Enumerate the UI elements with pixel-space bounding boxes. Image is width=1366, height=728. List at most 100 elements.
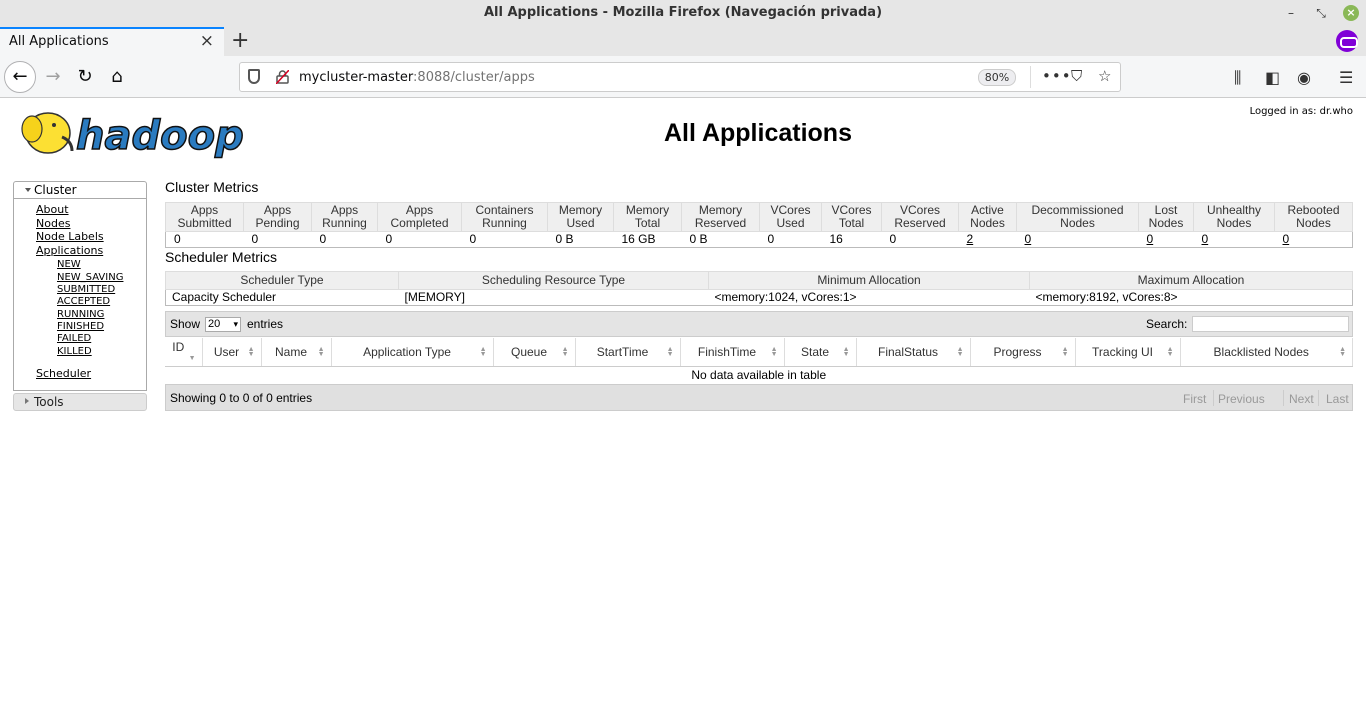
pager-previous-button[interactable]: Previous <box>1218 392 1265 406</box>
back-icon[interactable]: ← <box>4 61 36 93</box>
metric-header: Active Nodes <box>958 202 1017 232</box>
cluster-metrics-title: Cluster Metrics <box>165 179 259 195</box>
restore-icon[interactable]: ⤡ <box>1313 5 1329 21</box>
tab-bar: All Applications × + <box>0 27 1366 56</box>
pager-separator <box>1318 390 1319 406</box>
page-size-select[interactable]: 20 <box>205 317 241 332</box>
forward-icon[interactable]: → <box>38 62 68 92</box>
sidebar-state-submitted[interactable]: SUBMITTED <box>57 284 115 295</box>
metric-header: Memory Used <box>547 202 614 232</box>
column-header-state[interactable]: State ▲ ▼ <box>784 338 857 367</box>
sidebar-cluster-body: About Nodes Node Labels Applications NEW… <box>13 199 147 391</box>
navigation-toolbar: ← → ↻ ⌂ mycluster-master:8088/cluster/ap… <box>0 56 1366 98</box>
metric-value: 0 <box>243 231 312 248</box>
column-header-user[interactable]: User ▲ ▼ <box>202 338 262 367</box>
scheduler-metrics-title: Scheduler Metrics <box>165 249 278 265</box>
lost-nodes-link[interactable]: 0 <box>1147 232 1154 246</box>
tab-label: All Applications <box>9 34 109 49</box>
close-tab-icon[interactable]: × <box>200 31 214 51</box>
metric-header: Rebooted Nodes <box>1274 202 1353 232</box>
home-icon[interactable]: ⌂ <box>102 62 132 92</box>
sidebar-link-nodes[interactable]: Nodes <box>36 217 70 230</box>
decommissioned-nodes-link[interactable]: 0 <box>1025 232 1032 246</box>
reload-icon[interactable]: ↻ <box>70 62 100 92</box>
sidebar-state-new[interactable]: NEW <box>57 259 81 270</box>
hadoop-logo[interactable]: hadoop <box>14 103 254 163</box>
menu-hamburger-icon[interactable]: ☰ <box>1339 68 1353 87</box>
metric-header: VCores Used <box>759 202 822 232</box>
pager-next-button[interactable]: Next <box>1289 392 1314 406</box>
sidebar-state-killed[interactable]: KILLED <box>57 346 92 357</box>
new-tab-icon[interactable]: + <box>231 28 249 53</box>
sidebar-toggle-icon[interactable]: ◧ <box>1265 68 1280 87</box>
show-label: Show <box>170 317 201 331</box>
tracking-shield-icon[interactable] <box>248 69 260 84</box>
close-window-icon[interactable]: × <box>1343 5 1359 21</box>
metric-value: 16 <box>821 231 882 248</box>
sidebar-link-about[interactable]: About <box>36 203 69 216</box>
unhealthy-nodes-link[interactable]: 0 <box>1202 232 1209 246</box>
zoom-level-button[interactable]: 80% <box>978 69 1016 86</box>
logo-text: hadoop <box>76 113 244 159</box>
metric-value: 0 <box>1193 231 1275 248</box>
metric-header: Apps Completed <box>377 202 462 232</box>
sidebar-tools-header[interactable]: Tools <box>13 393 147 411</box>
sidebar-link-node-labels[interactable]: Node Labels <box>36 230 104 243</box>
column-header-finishtime[interactable]: FinishTime ▲ ▼ <box>680 338 785 367</box>
sidebar-state-failed[interactable]: FAILED <box>57 333 91 344</box>
url-bar[interactable]: mycluster-master:8088/cluster/apps 80% •… <box>239 62 1121 92</box>
scheduler-metrics-table: Scheduler Type Scheduling Resource Type … <box>165 271 1353 306</box>
sidebar-link-scheduler[interactable]: Scheduler <box>36 367 91 380</box>
account-icon[interactable]: ◉ <box>1297 68 1311 87</box>
column-header-finalstatus[interactable]: FinalStatus ▲ ▼ <box>856 338 971 367</box>
metric-value: 0 <box>377 231 462 248</box>
metric-header: VCores Reserved <box>881 202 959 232</box>
column-header-application-type[interactable]: Application Type ▲ ▼ <box>331 338 494 367</box>
scheduler-header: Minimum Allocation <box>708 271 1030 290</box>
pager-separator <box>1213 390 1214 406</box>
table-info: Showing 0 to 0 of 0 entries <box>170 391 313 405</box>
rebooted-nodes-link[interactable]: 0 <box>1283 232 1290 246</box>
url-text[interactable]: mycluster-master:8088/cluster/apps <box>299 70 535 85</box>
pocket-icon[interactable]: ⛉ <box>1071 67 1082 85</box>
scheduler-value: <memory:1024, vCores:1> <box>708 289 1030 306</box>
tab-all-applications[interactable]: All Applications × <box>0 27 224 56</box>
sidebar-link-applications[interactable]: Applications <box>36 244 103 257</box>
sidebar-state-finished[interactable]: FINISHED <box>57 321 104 332</box>
metric-value: 0 B <box>681 231 760 248</box>
applications-table: ID ▼ User ▲ ▼ Name ▲ ▼ Application Type ▲ ▼ Que… <box>165 338 1353 385</box>
search-input[interactable] <box>1192 316 1349 332</box>
column-header-progress[interactable]: Progress ▲ ▼ <box>970 338 1076 367</box>
sidebar-state-new-saving[interactable]: NEW_SAVING <box>57 272 123 283</box>
metric-header: Apps Running <box>311 202 378 232</box>
active-nodes-link[interactable]: 2 <box>967 232 974 246</box>
minimize-icon[interactable]: – <box>1283 5 1299 21</box>
sidebar-state-running[interactable]: RUNNING <box>57 309 104 320</box>
column-header-starttime[interactable]: StartTime ▲ ▼ <box>575 338 681 367</box>
metric-header: Lost Nodes <box>1138 202 1194 232</box>
column-header-id[interactable]: ID ▼ <box>165 338 203 367</box>
metric-value: 16 GB <box>613 231 682 248</box>
library-icon[interactable]: ⫼ <box>1234 68 1241 88</box>
column-header-name[interactable]: Name ▲ ▼ <box>261 338 332 367</box>
page-actions-icon[interactable]: ••• <box>1042 67 1072 85</box>
logged-in-user: Logged in as: dr.who <box>1249 106 1353 117</box>
insecure-lock-icon[interactable] <box>276 70 289 84</box>
window-title: All Applications - Mozilla Firefox (Nave… <box>483 5 883 20</box>
metric-value: 0 <box>461 231 548 248</box>
sidebar-state-accepted[interactable]: ACCEPTED <box>57 296 110 307</box>
pager-last-button[interactable]: Last <box>1326 392 1349 406</box>
column-header-tracking-ui[interactable]: Tracking UI ▲ ▼ <box>1075 338 1181 367</box>
url-host: mycluster-master <box>299 70 414 85</box>
private-browsing-icon <box>1336 30 1358 52</box>
scheduler-value: Capacity Scheduler <box>165 289 399 306</box>
metric-header: Memory Total <box>613 202 682 232</box>
pager-first-button[interactable]: First <box>1183 392 1206 406</box>
window-titlebar: All Applications - Mozilla Firefox (Nave… <box>0 0 1366 27</box>
bookmark-star-icon[interactable]: ☆ <box>1098 67 1111 85</box>
cluster-metrics-header-row: Apps Submitted Apps Pending Apps Running Ap… <box>165 202 1353 232</box>
column-header-blacklisted-nodes[interactable]: Blacklisted Nodes ▲ ▼ <box>1180 338 1353 367</box>
metric-header: Decommissioned Nodes <box>1016 202 1139 232</box>
sidebar-cluster-header[interactable]: Cluster <box>13 181 147 199</box>
column-header-queue[interactable]: Queue ▲ ▼ <box>493 338 576 367</box>
